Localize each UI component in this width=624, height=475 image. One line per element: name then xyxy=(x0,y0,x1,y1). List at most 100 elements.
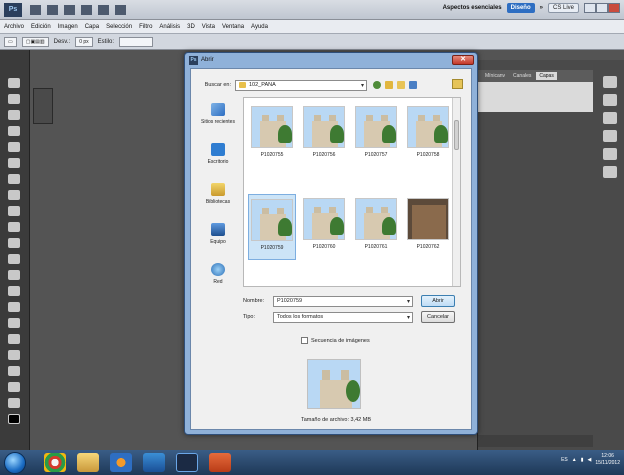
menu-imagen[interactable]: Imagen xyxy=(58,24,78,30)
network-tray-icon[interactable]: ▮ xyxy=(581,457,584,463)
arrange-documents-icon[interactable] xyxy=(98,4,109,15)
volume-tray-icon[interactable]: ◀ xyxy=(587,457,591,463)
shape-tool-icon[interactable] xyxy=(8,350,20,360)
gradient-tool-icon[interactable] xyxy=(8,254,20,264)
zoom-tool-icon[interactable] xyxy=(8,398,20,408)
tool-preset-picker[interactable]: ▭ xyxy=(4,36,17,47)
pen-tool-icon[interactable] xyxy=(8,302,20,312)
dialog-close-button[interactable]: ✕ xyxy=(452,55,474,65)
style-select[interactable] xyxy=(119,36,153,47)
styles-icon[interactable] xyxy=(603,130,617,142)
place-desktop[interactable]: Escritorio xyxy=(197,143,239,179)
extras-icon[interactable] xyxy=(64,4,75,15)
file-list-scrollbar[interactable] xyxy=(452,98,460,286)
quick-selection-tool-icon[interactable] xyxy=(8,126,20,136)
file-item[interactable]: P1020762 xyxy=(404,194,452,260)
menu-ayuda[interactable]: Ayuda xyxy=(251,24,268,30)
foreground-color-swatch[interactable] xyxy=(8,414,20,424)
place-computer[interactable]: Equipo xyxy=(197,223,239,259)
view-menu-icon[interactable] xyxy=(409,81,417,89)
screen-mode-icon[interactable] xyxy=(115,4,126,15)
maximize-button[interactable] xyxy=(596,3,608,13)
blur-tool-icon[interactable] xyxy=(8,270,20,280)
minimize-button[interactable] xyxy=(584,3,596,13)
file-item[interactable]: P1020756 xyxy=(300,102,348,168)
menu-filtro[interactable]: Filtro xyxy=(139,24,152,30)
marquee-tool-icon[interactable] xyxy=(8,94,20,104)
info-icon[interactable] xyxy=(603,94,617,106)
clone-stamp-tool-icon[interactable] xyxy=(8,206,20,216)
eraser-tool-icon[interactable] xyxy=(8,238,20,248)
eyedropper-tool-icon[interactable] xyxy=(8,158,20,168)
zoom-level-icon[interactable] xyxy=(81,4,92,15)
close-button[interactable] xyxy=(608,3,620,13)
menu-edicion[interactable]: Edición xyxy=(31,24,51,30)
lasso-tool-icon[interactable] xyxy=(8,110,20,120)
masks-icon[interactable] xyxy=(603,148,617,160)
selection-mode-buttons[interactable]: ▢▣▤▥ xyxy=(21,36,49,47)
image-sequence-checkbox[interactable] xyxy=(301,337,308,344)
hand-tool-icon[interactable] xyxy=(8,382,20,392)
menu-capa[interactable]: Capa xyxy=(85,24,99,30)
file-item[interactable]: P1020758 xyxy=(404,102,452,168)
3d-rotate-tool-icon[interactable] xyxy=(8,366,20,376)
menu-vista[interactable]: Vista xyxy=(202,24,215,30)
chrome-taskbar-icon[interactable] xyxy=(44,453,66,472)
crop-tool-icon[interactable] xyxy=(8,142,20,152)
healing-brush-tool-icon[interactable] xyxy=(8,174,20,184)
new-folder-icon[interactable] xyxy=(397,81,405,89)
folder-options-icon[interactable] xyxy=(452,79,463,89)
bridge-icon[interactable] xyxy=(30,4,41,15)
workspace-more-button[interactable]: » xyxy=(540,5,543,11)
video-taskbar-icon[interactable] xyxy=(143,453,165,472)
file-item[interactable]: P1020761 xyxy=(352,194,400,260)
menu-analisis[interactable]: Análisis xyxy=(159,24,180,30)
paths-icon[interactable] xyxy=(603,166,617,178)
look-in-select[interactable]: 102_PANA ▾ xyxy=(235,79,367,91)
workspace-design[interactable]: Diseño xyxy=(506,3,535,13)
file-type-select[interactable]: Todos los formatos ▾ xyxy=(273,311,413,323)
media-player-taskbar-icon[interactable] xyxy=(110,453,132,472)
menu-seleccion[interactable]: Selección xyxy=(106,24,132,30)
workspace-essentials[interactable]: Aspectos esenciales xyxy=(443,5,502,11)
back-icon[interactable] xyxy=(373,81,381,89)
menu-ventana[interactable]: Ventana xyxy=(222,24,244,30)
start-button[interactable] xyxy=(4,451,26,474)
tab-mini-canvas[interactable]: Mínicanv xyxy=(482,72,508,80)
place-network[interactable]: Red xyxy=(197,263,239,299)
cancel-button[interactable]: Cancelar xyxy=(421,311,455,323)
file-item[interactable]: P1020755 xyxy=(248,102,296,168)
tray-arrow-icon[interactable]: ▲ xyxy=(572,457,577,463)
file-item[interactable]: P1020757 xyxy=(352,102,400,168)
dodge-tool-icon[interactable] xyxy=(8,286,20,296)
mini-bridge-icon[interactable] xyxy=(47,4,58,15)
adjustments-icon[interactable] xyxy=(603,112,617,124)
file-name-input[interactable]: P1020759 ▾ xyxy=(273,295,413,307)
clock[interactable]: 12:06 15/11/2012 xyxy=(595,453,620,467)
brush-tool-icon[interactable] xyxy=(8,190,20,200)
collapsed-panel[interactable] xyxy=(33,88,53,124)
file-item-selected[interactable]: P1020759 xyxy=(248,194,296,260)
move-tool-icon[interactable] xyxy=(8,78,20,88)
language-indicator[interactable]: ES xyxy=(561,457,568,463)
menu-archivo[interactable]: Archivo xyxy=(4,24,24,30)
tab-channels[interactable]: Canales xyxy=(510,72,534,80)
tab-layers[interactable]: Capas xyxy=(536,72,557,80)
feather-input[interactable]: 0 px xyxy=(75,36,93,47)
up-folder-icon[interactable] xyxy=(385,81,393,89)
place-libraries[interactable]: Bibliotecas xyxy=(197,183,239,219)
place-recent[interactable]: Sitios recientes xyxy=(197,103,239,139)
scrollbar-thumb[interactable] xyxy=(454,120,459,150)
open-button[interactable]: Abrir xyxy=(421,295,455,307)
histogram-icon[interactable] xyxy=(603,76,617,88)
path-selection-tool-icon[interactable] xyxy=(8,334,20,344)
photoshop-taskbar-icon[interactable] xyxy=(176,453,198,472)
file-item[interactable]: P1020760 xyxy=(300,194,348,260)
powerpoint-taskbar-icon[interactable] xyxy=(209,453,231,472)
dialog-titlebar[interactable]: Ps Abrir ✕ xyxy=(185,53,477,67)
explorer-taskbar-icon[interactable] xyxy=(77,453,99,472)
menu-3d[interactable]: 3D xyxy=(187,24,195,30)
cs-live-button[interactable]: CS Live xyxy=(547,3,579,13)
type-tool-icon[interactable] xyxy=(8,318,20,328)
history-brush-tool-icon[interactable] xyxy=(8,222,20,232)
